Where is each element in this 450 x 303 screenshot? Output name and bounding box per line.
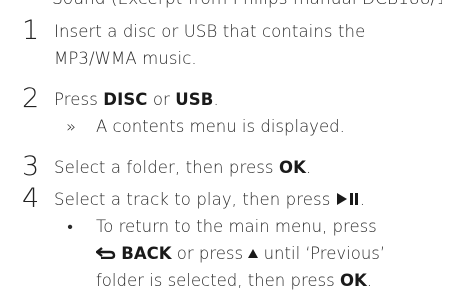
key-ok: OK <box>339 271 367 290</box>
text-fragment: Press <box>54 90 104 109</box>
step-line: MP3/WMA music. <box>54 49 197 68</box>
result-text: A contents menu is displayed. <box>96 117 345 136</box>
key-usb: USB <box>175 90 214 109</box>
up-triangle-icon <box>248 240 259 267</box>
result-marker: » <box>66 117 76 136</box>
bullet-note: • To return to the main menu, press BACK… <box>67 213 436 294</box>
text-fragment: Select a track to play, then press <box>54 190 336 209</box>
truncated-header-text: Sound (Excerpt from Philips manual DCB18… <box>52 0 442 10</box>
note-line: To return to the main menu, press <box>96 217 377 236</box>
note-line: folder is selected, then press OK. <box>96 267 436 294</box>
step-text: Select a folder, then press OK. <box>54 154 434 181</box>
key-back: BACK <box>121 244 172 263</box>
key-ok: OK <box>278 158 306 177</box>
step-line: Insert a disc or USB that contains the <box>54 22 366 41</box>
text-fragment: . <box>366 271 373 290</box>
bullet-marker: • <box>67 217 73 236</box>
text-fragment: or press <box>171 244 249 263</box>
step-text: Insert a disc or USB that contains the M… <box>54 18 434 72</box>
text-fragment: or <box>147 90 176 109</box>
back-arrow-icon <box>95 240 116 267</box>
text-fragment: . <box>305 158 312 177</box>
text-fragment: folder is selected, then press <box>96 271 340 290</box>
step-text: Press DISC or USB. <box>54 86 434 113</box>
text-fragment: . <box>359 190 366 209</box>
step-number: 1 <box>22 15 40 46</box>
result-line: » A contents menu is displayed. <box>66 113 436 140</box>
step-number: 4 <box>22 183 40 214</box>
text-fragment: until ‘Previous’ <box>258 244 386 263</box>
step-text: Select a track to play, then press . <box>54 186 434 213</box>
step-number: 3 <box>22 151 40 182</box>
key-disc: DISC <box>103 90 148 109</box>
text-fragment: . <box>213 90 219 109</box>
text-fragment: Select a folder, then press <box>54 158 279 177</box>
step-number: 2 <box>22 83 40 114</box>
play-pause-icon <box>336 186 360 213</box>
note-line: BACK or press until ‘Previous’ <box>95 240 436 267</box>
